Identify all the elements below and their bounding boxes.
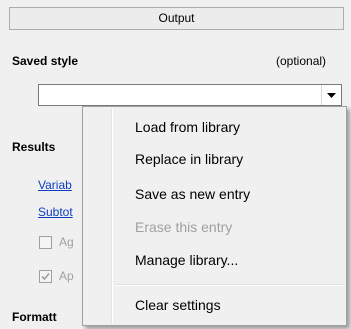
checkbox-apply[interactable] <box>39 270 52 283</box>
saved-style-context-menu: Load from library Replace in library Sav… <box>82 106 347 326</box>
menu-item-save-as-new-entry[interactable]: Save as new entry <box>83 182 346 206</box>
menu-item-load-from-library[interactable]: Load from library <box>83 115 346 139</box>
optional-label: (optional) <box>276 54 327 68</box>
menu-item-manage-library[interactable]: Manage library... <box>83 248 346 272</box>
results-label: Results <box>12 140 56 154</box>
saved-style-label: Saved style <box>12 54 79 68</box>
output-tab-header[interactable]: Output <box>9 7 344 30</box>
menu-item-erase-this-entry: Erase this entry <box>135 219 233 235</box>
menu-separator <box>115 284 344 286</box>
formatting-label: Formatt <box>12 310 57 324</box>
checkbox-apply-label: Ap <box>59 269 74 283</box>
menu-item-replace-in-library[interactable]: Replace in library <box>83 147 346 171</box>
saved-style-combo[interactable] <box>38 84 342 106</box>
checkbox-aggregate[interactable] <box>39 236 52 249</box>
menu-item-clear-settings[interactable]: Clear settings <box>83 293 346 317</box>
combo-dropdown-button[interactable] <box>321 85 341 105</box>
variables-link[interactable]: Variab <box>38 178 72 192</box>
subtotals-link[interactable]: Subtot <box>38 205 73 219</box>
checkmark-icon <box>41 272 50 281</box>
chevron-down-icon <box>327 92 336 98</box>
checkbox-aggregate-label: Ag <box>59 235 74 249</box>
